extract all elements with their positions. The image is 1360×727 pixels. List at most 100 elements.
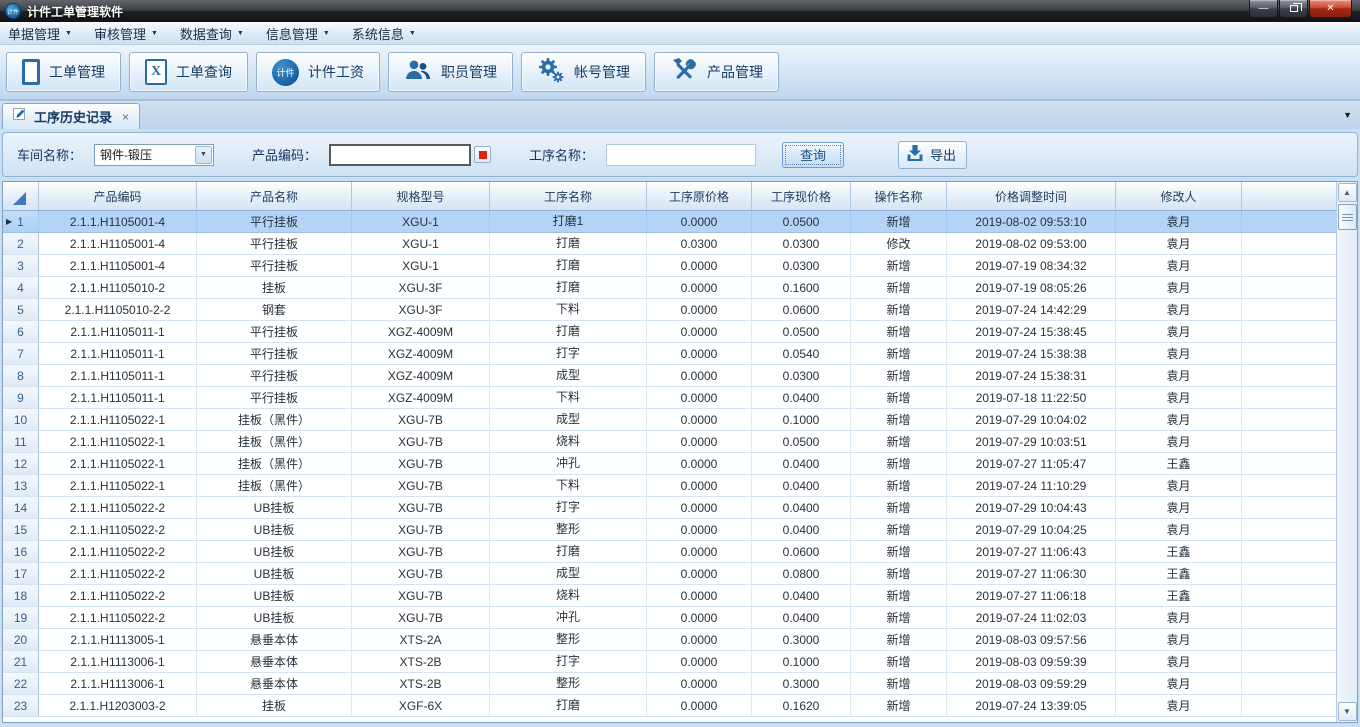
table-cell[interactable]: 新增: [851, 431, 947, 453]
table-cell[interactable]: 2.1.1.H1105001-4: [39, 233, 197, 255]
table-cell[interactable]: UB挂板: [197, 563, 352, 585]
table-cell[interactable]: 挂板（黑件）: [197, 475, 352, 497]
table-row[interactable]: 222.1.1.H1113006-1悬垂本体XTS-2B整形0.00000.30…: [3, 673, 1336, 695]
table-cell[interactable]: 2019-07-27 11:06:30: [947, 563, 1116, 585]
title-bar[interactable]: 计件 计件工单管理软件 — ✕: [0, 0, 1360, 22]
table-cell[interactable]: 打字: [490, 651, 647, 673]
table-cell[interactable]: 袁月: [1116, 255, 1242, 277]
table-cell[interactable]: 下料: [490, 299, 647, 321]
table-cell[interactable]: 新增: [851, 497, 947, 519]
table-cell[interactable]: 2019-07-24 15:38:38: [947, 343, 1116, 365]
table-cell[interactable]: 0.0300: [647, 233, 752, 255]
table-cell[interactable]: 0.1600: [752, 277, 851, 299]
row-number-cell[interactable]: 16: [3, 541, 39, 563]
table-cell[interactable]: UB挂板: [197, 541, 352, 563]
table-cell[interactable]: 新增: [851, 585, 947, 607]
table-cell[interactable]: 王鑫: [1116, 453, 1242, 475]
table-cell[interactable]: 2.1.1.H1105001-4: [39, 211, 197, 233]
table-cell[interactable]: 平行挂板: [197, 255, 352, 277]
table-cell[interactable]: 0.0400: [752, 387, 851, 409]
scroll-down-icon[interactable]: ▼: [1338, 702, 1357, 721]
table-cell[interactable]: 2.1.1.H1203003-2: [39, 695, 197, 717]
table-cell[interactable]: 王鑫: [1116, 541, 1242, 563]
table-cell[interactable]: 0.0400: [752, 475, 851, 497]
table-cell[interactable]: XGU-7B: [352, 585, 490, 607]
table-cell[interactable]: 袁月: [1116, 299, 1242, 321]
table-cell[interactable]: 2.1.1.H1105022-1: [39, 453, 197, 475]
menu-item[interactable]: 数据查询▼: [180, 24, 244, 43]
table-cell[interactable]: XGU-7B: [352, 563, 490, 585]
table-cell[interactable]: 0.0000: [647, 387, 752, 409]
row-number-cell[interactable]: ▶1: [3, 211, 39, 233]
table-cell[interactable]: 新增: [851, 607, 947, 629]
table-cell[interactable]: 新增: [851, 695, 947, 717]
table-cell[interactable]: 下料: [490, 387, 647, 409]
query-button[interactable]: 查询: [782, 142, 844, 168]
table-cell[interactable]: XGU-3F: [352, 299, 490, 321]
table-cell[interactable]: 2.1.1.H1113006-1: [39, 651, 197, 673]
table-cell[interactable]: 2.1.1.H1105022-2: [39, 519, 197, 541]
table-cell[interactable]: 打磨: [490, 541, 647, 563]
table-cell[interactable]: 0.0000: [647, 695, 752, 717]
table-cell[interactable]: 冲孔: [490, 607, 647, 629]
table-cell[interactable]: XGZ-4009M: [352, 387, 490, 409]
table-cell[interactable]: 打磨: [490, 233, 647, 255]
column-header[interactable]: 操作名称: [851, 182, 947, 210]
table-cell[interactable]: 挂板（黑件）: [197, 431, 352, 453]
table-cell[interactable]: 新增: [851, 673, 947, 695]
menu-item[interactable]: 信息管理▼: [266, 24, 330, 43]
tab-process-history[interactable]: 工序历史记录 ×: [2, 103, 140, 129]
column-header[interactable]: 工序原价格: [647, 182, 752, 210]
table-cell[interactable]: 2.1.1.H1105022-2: [39, 585, 197, 607]
table-cell[interactable]: 0.0400: [752, 585, 851, 607]
table-cell[interactable]: XGU-7B: [352, 541, 490, 563]
table-cell[interactable]: 2.1.1.H1105011-1: [39, 343, 197, 365]
table-cell[interactable]: 新增: [851, 211, 947, 233]
table-cell[interactable]: 新增: [851, 299, 947, 321]
table-cell[interactable]: 2.1.1.H1105022-1: [39, 475, 197, 497]
table-cell[interactable]: 0.0000: [647, 563, 752, 585]
table-cell[interactable]: 新增: [851, 475, 947, 497]
product-manage-button[interactable]: 产品管理: [654, 52, 779, 92]
table-row[interactable]: 182.1.1.H1105022-2UB挂板XGU-7B烧料0.00000.04…: [3, 585, 1336, 607]
table-cell[interactable]: 2019-08-03 09:59:29: [947, 673, 1116, 695]
row-number-cell[interactable]: 14: [3, 497, 39, 519]
table-row[interactable]: 202.1.1.H1113005-1悬垂本体XTS-2A整形0.00000.30…: [3, 629, 1336, 651]
table-cell[interactable]: 袁月: [1116, 233, 1242, 255]
table-cell[interactable]: 0.0000: [647, 211, 752, 233]
table-cell[interactable]: XGZ-4009M: [352, 321, 490, 343]
table-cell[interactable]: 钢套: [197, 299, 352, 321]
table-cell[interactable]: 0.0000: [647, 651, 752, 673]
table-cell[interactable]: 下料: [490, 475, 647, 497]
export-button[interactable]: 导出: [898, 141, 967, 169]
row-number-cell[interactable]: 19: [3, 607, 39, 629]
table-cell[interactable]: 袁月: [1116, 497, 1242, 519]
table-cell[interactable]: XGU-1: [352, 211, 490, 233]
minimize-button[interactable]: —: [1249, 0, 1278, 18]
table-row[interactable]: 112.1.1.H1105022-1挂板（黑件）XGU-7B烧料0.00000.…: [3, 431, 1336, 453]
table-cell[interactable]: 2019-07-27 11:05:47: [947, 453, 1116, 475]
table-cell[interactable]: 0.0400: [752, 453, 851, 475]
table-cell[interactable]: 打磨: [490, 321, 647, 343]
table-cell[interactable]: 0.0000: [647, 475, 752, 497]
table-cell[interactable]: 0.0000: [647, 497, 752, 519]
table-cell[interactable]: XGU-7B: [352, 431, 490, 453]
table-cell[interactable]: XGU-7B: [352, 519, 490, 541]
table-row[interactable]: 212.1.1.H1113006-1悬垂本体XTS-2B打字0.00000.10…: [3, 651, 1336, 673]
row-number-cell[interactable]: 20: [3, 629, 39, 651]
table-row[interactable]: 52.1.1.H1105010-2-2钢套XGU-3F下料0.00000.060…: [3, 299, 1336, 321]
table-cell[interactable]: XGU-7B: [352, 607, 490, 629]
table-cell[interactable]: 0.0540: [752, 343, 851, 365]
table-row[interactable]: ▶12.1.1.H1105001-4平行挂板XGU-1打磨10.00000.05…: [3, 211, 1336, 233]
table-cell[interactable]: 0.0000: [647, 277, 752, 299]
row-number-cell[interactable]: 2: [3, 233, 39, 255]
table-cell[interactable]: XGU-7B: [352, 475, 490, 497]
table-cell[interactable]: 2.1.1.H1105011-1: [39, 387, 197, 409]
table-cell[interactable]: 2019-08-03 09:57:56: [947, 629, 1116, 651]
table-cell[interactable]: 烧料: [490, 585, 647, 607]
table-cell[interactable]: 挂板（黑件）: [197, 409, 352, 431]
table-cell[interactable]: XGZ-4009M: [352, 365, 490, 387]
table-row[interactable]: 122.1.1.H1105022-1挂板（黑件）XGU-7B冲孔0.00000.…: [3, 453, 1336, 475]
table-cell[interactable]: 整形: [490, 519, 647, 541]
table-cell[interactable]: 打磨: [490, 695, 647, 717]
